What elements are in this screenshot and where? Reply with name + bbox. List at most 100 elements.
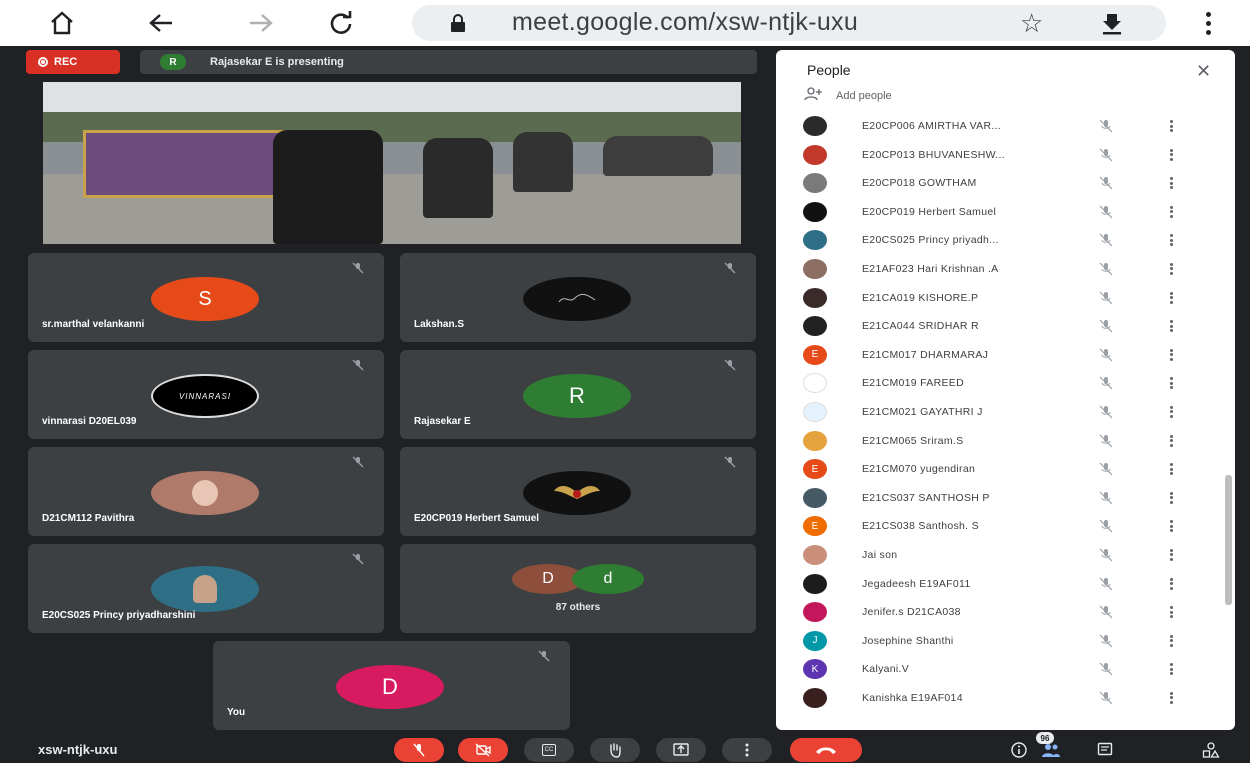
participant-row[interactable]: E20CP018 GOWTHAM xyxy=(776,169,1235,198)
participant-row[interactable]: E E21CM017 DHARMARAJ xyxy=(776,341,1235,370)
more-vert-icon[interactable] xyxy=(1170,320,1174,333)
more-vert-icon[interactable] xyxy=(1170,663,1174,676)
participant-tile[interactable]: E20CS025 Princy priyadharshini xyxy=(28,544,384,633)
participant-row[interactable]: Kanishka E19AF014 xyxy=(776,684,1235,713)
more-vert-icon[interactable] xyxy=(1170,491,1174,504)
camera-off-icon xyxy=(475,743,491,757)
avatar xyxy=(803,230,827,251)
reload-icon[interactable] xyxy=(325,8,357,38)
avatar: E xyxy=(803,516,827,537)
self-tile[interactable]: D You xyxy=(213,641,570,730)
participant-row[interactable]: E21CM065 Sriram.S xyxy=(776,427,1235,456)
more-vert-icon[interactable] xyxy=(1170,520,1174,533)
more-vert-icon[interactable] xyxy=(1170,262,1174,275)
mic-off-icon xyxy=(1099,491,1113,505)
info-icon xyxy=(1011,742,1027,758)
presenter-avatar: R xyxy=(160,54,186,70)
participant-tile[interactable]: VINNARASI vinnarasi D20EL039 xyxy=(28,350,384,439)
mic-off-icon xyxy=(1099,577,1113,591)
participant-name: sr.marthal velankanni xyxy=(42,319,145,330)
presentation-video[interactable] xyxy=(43,82,741,244)
more-vert-icon[interactable] xyxy=(1170,548,1174,561)
lock-icon xyxy=(449,14,467,32)
raise-hand-button[interactable] xyxy=(590,738,640,762)
more-vert-icon[interactable] xyxy=(1170,606,1174,619)
participant-row[interactable]: E21AF023 Hari Krishnan .A xyxy=(776,255,1235,284)
participant-row[interactable]: J Josephine Shanthi xyxy=(776,627,1235,656)
close-icon[interactable]: ✕ xyxy=(1196,61,1211,82)
chat-button[interactable] xyxy=(1094,740,1116,760)
more-vert-icon[interactable] xyxy=(1170,177,1174,190)
meeting-info-button[interactable] xyxy=(1008,740,1030,760)
more-vert-icon[interactable] xyxy=(1170,463,1174,476)
participant-row[interactable]: E21CM021 GAYATHRI J xyxy=(776,398,1235,427)
more-vert-icon[interactable] xyxy=(1170,148,1174,161)
mic-off-icon xyxy=(413,743,425,757)
participant-row[interactable]: E20CS025 Princy priyadh... xyxy=(776,226,1235,255)
participant-name: Jenifer.s D21CA038 xyxy=(862,606,961,619)
more-options-button[interactable] xyxy=(722,738,772,762)
download-icon[interactable] xyxy=(1100,11,1124,35)
activities-icon xyxy=(1202,742,1220,758)
participant-row[interactable]: E20CP013 BHUVANESHW... xyxy=(776,141,1235,170)
url-text[interactable]: meet.google.com/xsw-ntjk-uxu xyxy=(512,8,858,37)
recording-badge: REC xyxy=(26,50,120,74)
avatar: E xyxy=(803,459,827,480)
participant-tile[interactable]: Lakshan.S xyxy=(400,253,756,342)
activities-button[interactable] xyxy=(1200,740,1222,760)
more-vert-icon[interactable] xyxy=(1170,405,1174,418)
mic-toggle-button[interactable] xyxy=(394,738,444,762)
participant-tile[interactable]: S sr.marthal velankanni xyxy=(28,253,384,342)
mic-off-icon xyxy=(1099,319,1113,333)
participant-row[interactable]: E E21CS038 Santhosh. S xyxy=(776,512,1235,541)
address-bar[interactable]: meet.google.com/xsw-ntjk-uxu ☆ xyxy=(412,5,1166,41)
participant-tile[interactable]: D21CM112 Pavithra xyxy=(28,447,384,536)
captions-button[interactable]: CC xyxy=(524,738,574,762)
mic-off-icon xyxy=(1099,233,1113,247)
camera-toggle-button[interactable] xyxy=(458,738,508,762)
present-button[interactable] xyxy=(656,738,706,762)
participant-tile[interactable]: E20CP019 Herbert Samuel xyxy=(400,447,756,536)
avatar xyxy=(803,258,827,279)
participant-row[interactable]: E20CP006 AMIRTHA VAR... xyxy=(776,112,1235,141)
participant-row[interactable]: Jenifer.s D21CA038 xyxy=(776,598,1235,627)
avatar xyxy=(803,487,827,508)
mic-off-icon xyxy=(1099,519,1113,533)
more-vert-icon[interactable] xyxy=(1196,8,1220,38)
more-vert-icon[interactable] xyxy=(1170,120,1174,132)
participant-row[interactable]: K Kalyani.V xyxy=(776,655,1235,684)
add-people-button[interactable]: Add people xyxy=(804,87,892,104)
participant-row[interactable]: E21CA044 SRIDHAR R xyxy=(776,312,1235,341)
more-vert-icon[interactable] xyxy=(1170,634,1174,647)
more-vert-icon[interactable] xyxy=(1170,691,1174,704)
participant-tile[interactable]: R Rajasekar E xyxy=(400,350,756,439)
home-icon[interactable] xyxy=(46,8,78,38)
scrollbar[interactable] xyxy=(1225,475,1232,605)
back-icon[interactable] xyxy=(145,8,177,38)
participant-row[interactable]: E20CP019 Herbert Samuel xyxy=(776,198,1235,227)
participant-name: Josephine Shanthi xyxy=(862,634,954,647)
participant-name: E21CA019 KISHORE.P xyxy=(862,291,979,304)
more-vert-icon[interactable] xyxy=(1170,205,1174,218)
participant-row[interactable]: E21CM019 FAREED xyxy=(776,369,1235,398)
participant-row[interactable]: E21CA019 KISHORE.P xyxy=(776,284,1235,313)
participant-row[interactable]: Jegadeesh E19AF011 xyxy=(776,570,1235,599)
leave-call-button[interactable] xyxy=(790,738,862,762)
avatar: d xyxy=(572,564,644,594)
more-vert-icon[interactable] xyxy=(1170,234,1174,247)
more-vert-icon[interactable] xyxy=(1170,291,1174,304)
more-vert-icon[interactable] xyxy=(1170,377,1174,390)
participant-row[interactable]: E E21CM070 yugendiran xyxy=(776,455,1235,484)
participant-row[interactable]: Jai son xyxy=(776,541,1235,570)
mic-off-icon xyxy=(1099,691,1113,705)
forward-icon[interactable] xyxy=(245,8,277,38)
others-tile[interactable]: D d 87 others xyxy=(400,544,756,633)
mic-off-icon xyxy=(352,261,364,274)
participant-row[interactable]: E21CS037 SANTHOSH P xyxy=(776,484,1235,513)
star-icon[interactable]: ☆ xyxy=(1020,8,1043,39)
more-vert-icon[interactable] xyxy=(1170,577,1174,590)
avatar: D xyxy=(336,665,444,709)
more-vert-icon[interactable] xyxy=(1170,434,1174,447)
more-vert-icon[interactable] xyxy=(1170,348,1174,361)
avatar xyxy=(803,602,827,623)
